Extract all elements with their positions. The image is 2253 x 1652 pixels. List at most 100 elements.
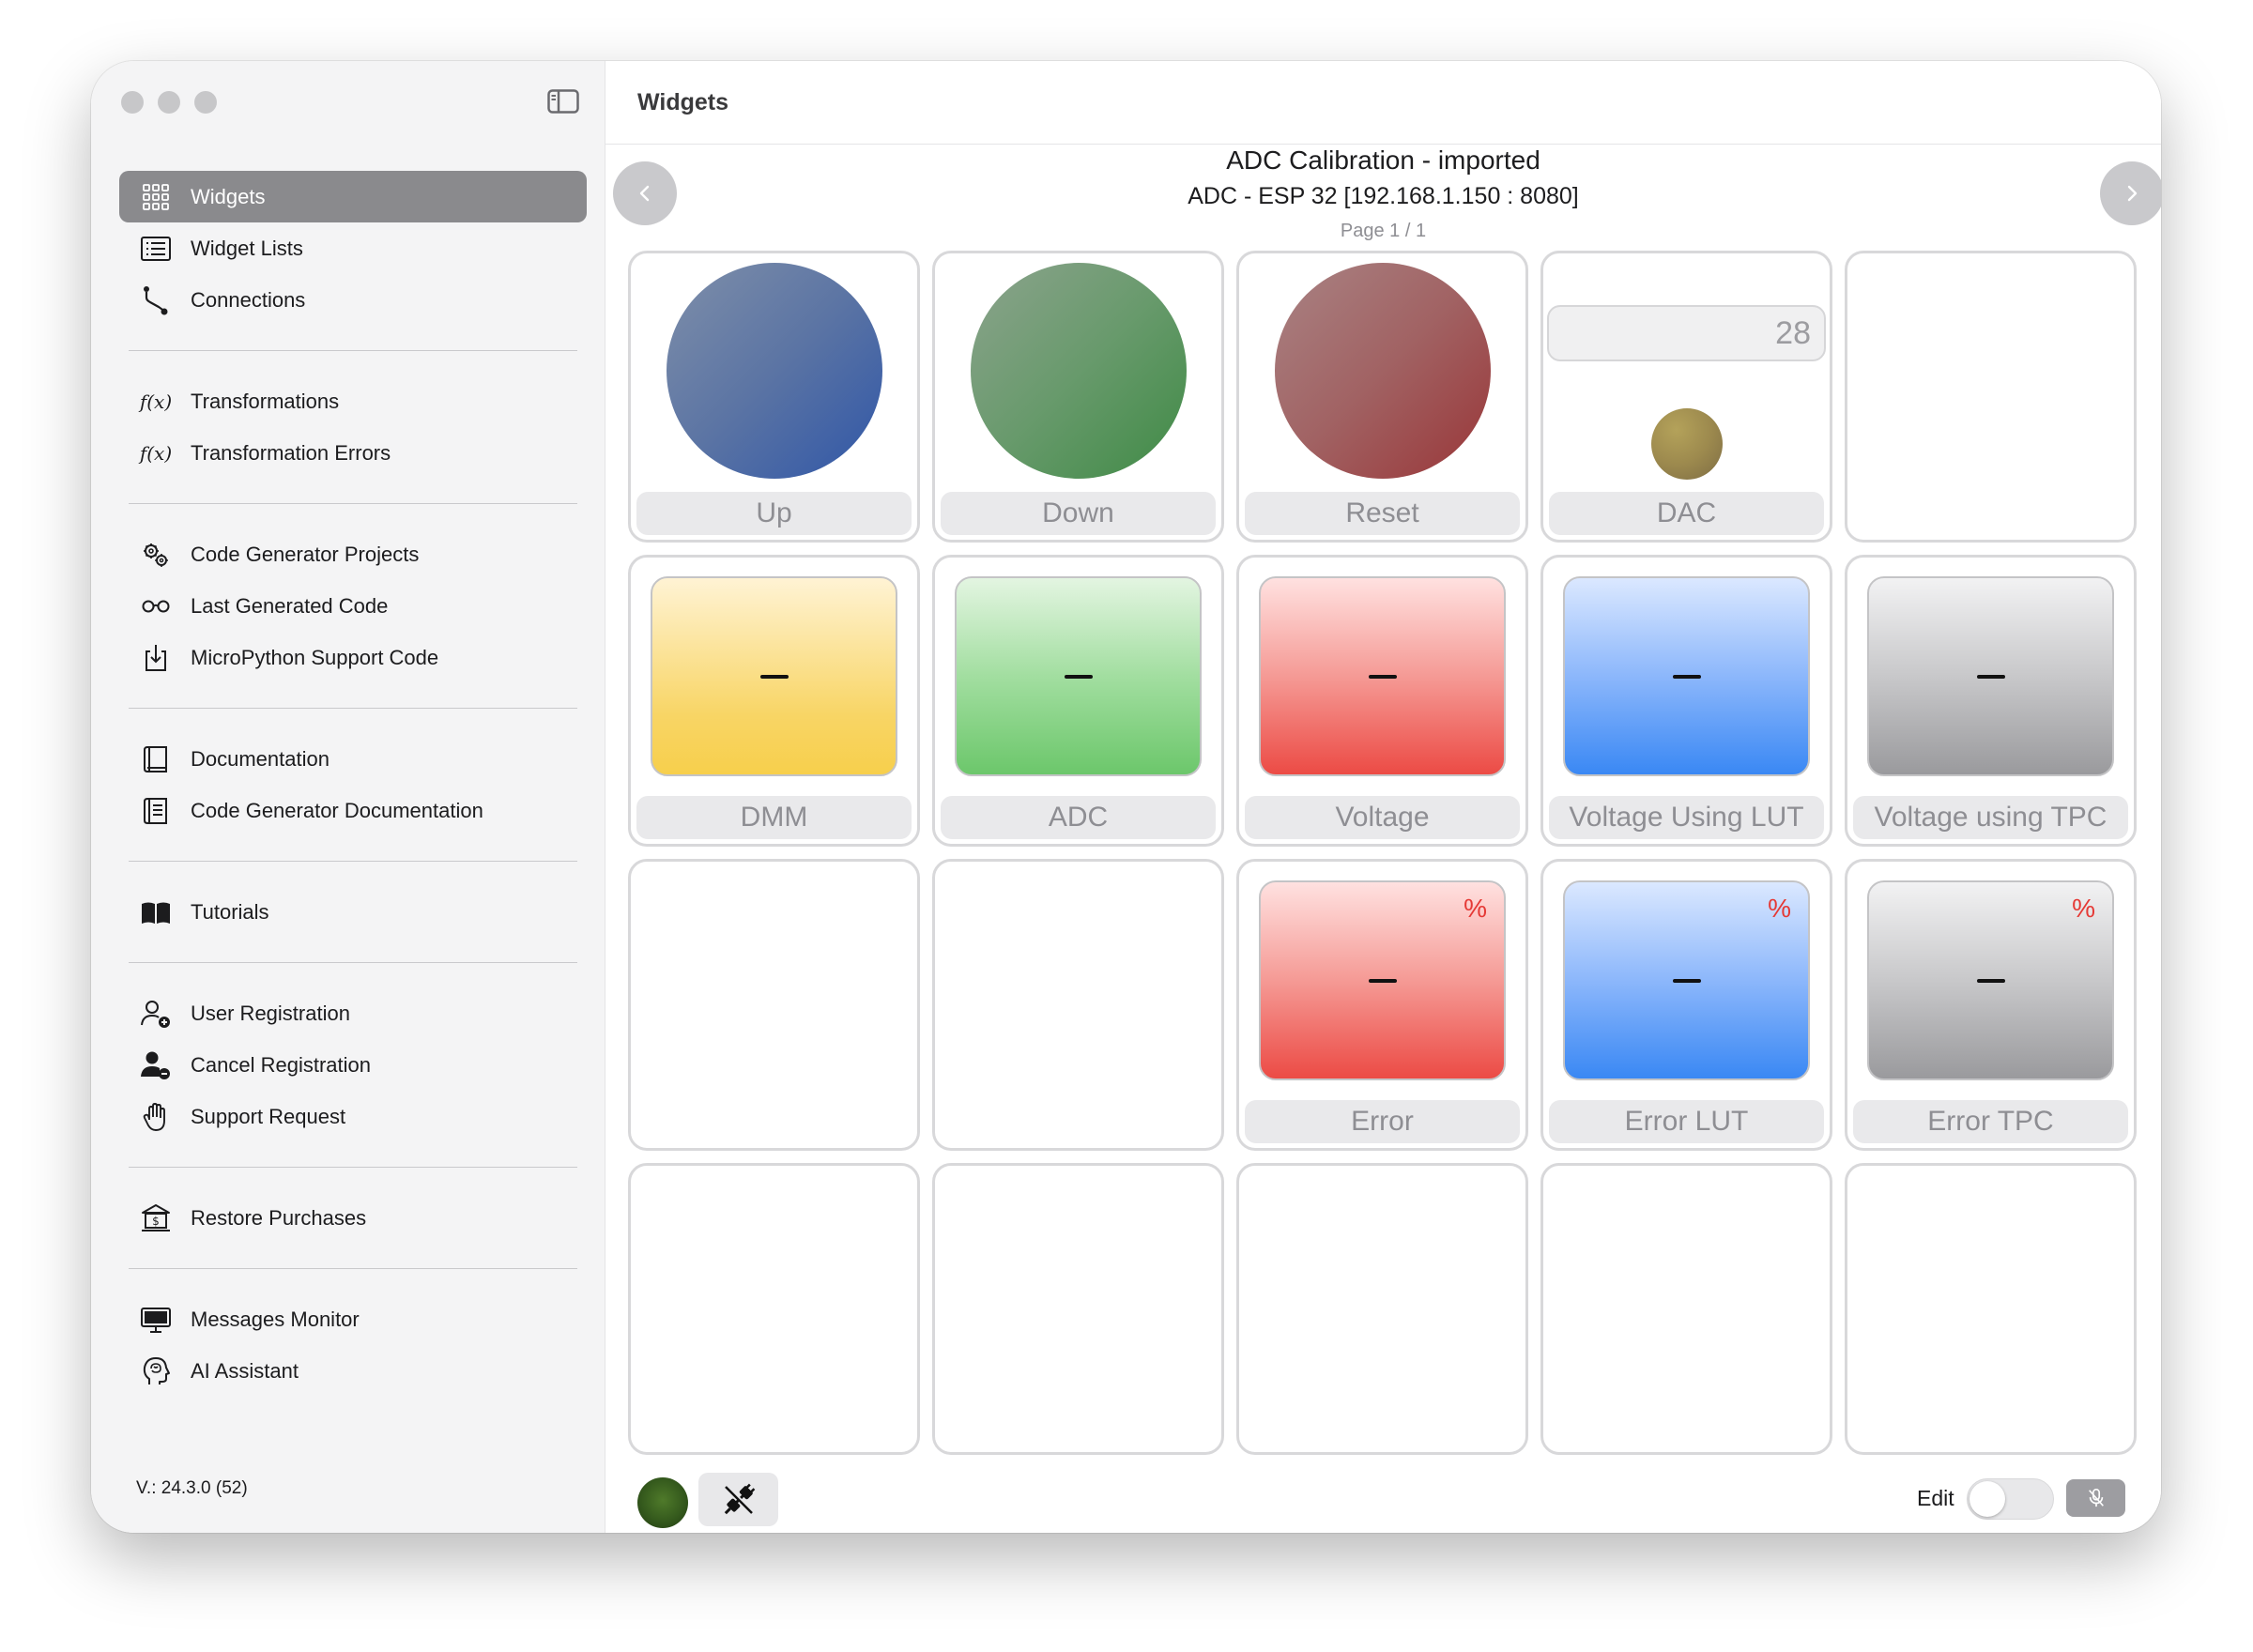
sidebar-item-label: Code Generator Projects: [191, 542, 420, 566]
empty-widget-slot[interactable]: [932, 859, 1224, 1151]
sidebar-item-widgets[interactable]: Widgets: [119, 171, 587, 222]
person-add-icon: [138, 998, 174, 1030]
value-display[interactable]: [955, 576, 1202, 776]
round-push-button[interactable]: [666, 263, 882, 479]
value-display[interactable]: [1259, 576, 1506, 776]
widget-label: DAC: [1549, 492, 1824, 535]
dashboard-title: ADC Calibration - imported: [1226, 145, 1540, 175]
widget-label: Reset: [1245, 492, 1520, 535]
unit-label: %: [2072, 894, 2095, 923]
sidebar-item-tutorials[interactable]: Tutorials: [119, 886, 587, 938]
connect-button[interactable]: [698, 1473, 778, 1526]
no-value-dash: [1976, 674, 2005, 679]
sidebar-item-label: Cancel Registration: [191, 1052, 371, 1077]
widget-slider-dac: 28 DAC: [1540, 251, 1832, 543]
round-push-button[interactable]: [970, 263, 1187, 479]
app-window: Widgets Widget Lists Connections f(x) Transf…: [91, 61, 2161, 1533]
widget-label: Down: [941, 492, 1216, 535]
sidebar-item-code-generator-documentation[interactable]: Code Generator Documentation: [119, 785, 587, 836]
widget-display-voltage-using-lut: Voltage Using LUT: [1540, 555, 1832, 847]
list-icon: [138, 233, 174, 265]
dac-knob[interactable]: [1650, 408, 1723, 480]
widget-label: Voltage Using LUT: [1549, 796, 1824, 839]
sidebar: Widgets Widget Lists Connections f(x) Transf…: [91, 61, 605, 1533]
empty-widget-slot[interactable]: [1845, 251, 2137, 543]
empty-widget-slot[interactable]: [932, 1163, 1224, 1455]
no-value-dash: [1064, 674, 1093, 679]
page-title: Widgets: [637, 89, 728, 115]
function-icon: f(x): [139, 441, 173, 465]
widget-display-dmm: DMM: [628, 555, 920, 847]
empty-widget-slot[interactable]: [1845, 1163, 2137, 1455]
widget-button-reset: Reset: [1236, 251, 1528, 543]
sidebar-item-label: Restore Purchases: [191, 1205, 367, 1230]
widget-label: ADC: [941, 796, 1216, 839]
unit-label: %: [1464, 894, 1487, 923]
sidebar-item-label: Transformations: [191, 389, 340, 413]
sidebar-item-ai-assistant[interactable]: AI Assistant: [119, 1345, 587, 1397]
sidebar-item-code-generator-projects[interactable]: Code Generator Projects: [119, 528, 587, 580]
sidebar-item-support-request[interactable]: Support Request: [119, 1091, 587, 1142]
value-display[interactable]: [651, 576, 897, 776]
sidebar-item-label: Support Request: [191, 1104, 346, 1128]
widget-display-error: % Error: [1236, 859, 1528, 1151]
sidebar-divider: [129, 708, 577, 709]
sidebar-item-label: Last Generated Code: [191, 593, 389, 618]
sidebar-item-documentation[interactable]: Documentation: [119, 733, 587, 785]
widget-label: Error: [1245, 1100, 1520, 1143]
value-display[interactable]: %: [1867, 880, 2114, 1080]
main-content: Widgets ADC Calibration - imported ADC -…: [605, 61, 2161, 1533]
empty-widget-slot[interactable]: [1540, 1163, 1832, 1455]
sidebar-item-label: Widget Lists: [191, 236, 303, 260]
sidebar-divider: [129, 861, 577, 862]
sidebar-divider: [129, 962, 577, 963]
sidebar-divider: [129, 503, 577, 504]
empty-widget-slot[interactable]: [628, 1163, 920, 1455]
widget-button-up: Up: [628, 251, 920, 543]
value-display[interactable]: [1867, 576, 2114, 776]
sidebar-item-label: MicroPython Support Code: [191, 645, 439, 669]
microphone-button[interactable]: [2066, 1479, 2125, 1517]
widget-label: Error LUT: [1549, 1100, 1824, 1143]
value-display[interactable]: [1563, 576, 1810, 776]
sidebar-item-transformations[interactable]: f(x) Transformations: [119, 375, 587, 427]
grid-icon: [138, 181, 174, 213]
sidebar-toggle-icon[interactable]: [547, 89, 579, 114]
widget-display-voltage: Voltage: [1236, 555, 1528, 847]
sidebar-item-widget-lists[interactable]: Widget Lists: [119, 222, 587, 274]
widget-label: Error TPC: [1853, 1100, 2128, 1143]
value-display[interactable]: %: [1259, 880, 1506, 1080]
sidebar-item-label: Documentation: [191, 746, 330, 771]
dac-value-field[interactable]: 28: [1547, 305, 1826, 361]
empty-widget-slot[interactable]: [628, 859, 920, 1151]
sidebar-item-label: AI Assistant: [191, 1358, 299, 1383]
header-divider: [605, 144, 2161, 145]
minimize-window-button[interactable]: [158, 91, 180, 114]
sidebar-divider: [129, 1167, 577, 1168]
widget-display-error-tpc: % Error TPC: [1845, 859, 2137, 1151]
zoom-window-button[interactable]: [194, 91, 217, 114]
round-push-button[interactable]: [1274, 263, 1491, 479]
sidebar-item-transformation-errors[interactable]: f(x) Transformation Errors: [119, 427, 587, 479]
sidebar-item-user-registration[interactable]: User Registration: [119, 987, 587, 1039]
sidebar-item-label: User Registration: [191, 1001, 350, 1025]
no-value-dash: [1368, 674, 1397, 679]
sidebar-item-micropython-support-code[interactable]: MicroPython Support Code: [119, 632, 587, 683]
edit-toggle[interactable]: [1967, 1478, 2054, 1520]
sidebar-item-label: Messages Monitor: [191, 1307, 360, 1331]
no-value-dash: [1368, 978, 1397, 983]
sidebar-item-connections[interactable]: Connections: [119, 274, 587, 326]
sidebar-item-cancel-registration[interactable]: Cancel Registration: [119, 1039, 587, 1091]
widget-button-down: Down: [932, 251, 1224, 543]
sidebar-item-messages-monitor[interactable]: Messages Monitor: [119, 1293, 587, 1345]
sidebar-item-restore-purchases[interactable]: $ Restore Purchases: [119, 1192, 587, 1244]
value-display[interactable]: %: [1563, 880, 1810, 1080]
widget-display-error-lut: % Error LUT: [1540, 859, 1832, 1151]
sidebar-item-last-generated-code[interactable]: Last Generated Code: [119, 580, 587, 632]
close-window-button[interactable]: [121, 91, 144, 114]
widget-label: Up: [636, 492, 912, 535]
hand-icon: [138, 1101, 174, 1133]
edit-label: Edit: [1917, 1486, 1954, 1510]
book-icon: [138, 743, 174, 775]
empty-widget-slot[interactable]: [1236, 1163, 1528, 1455]
